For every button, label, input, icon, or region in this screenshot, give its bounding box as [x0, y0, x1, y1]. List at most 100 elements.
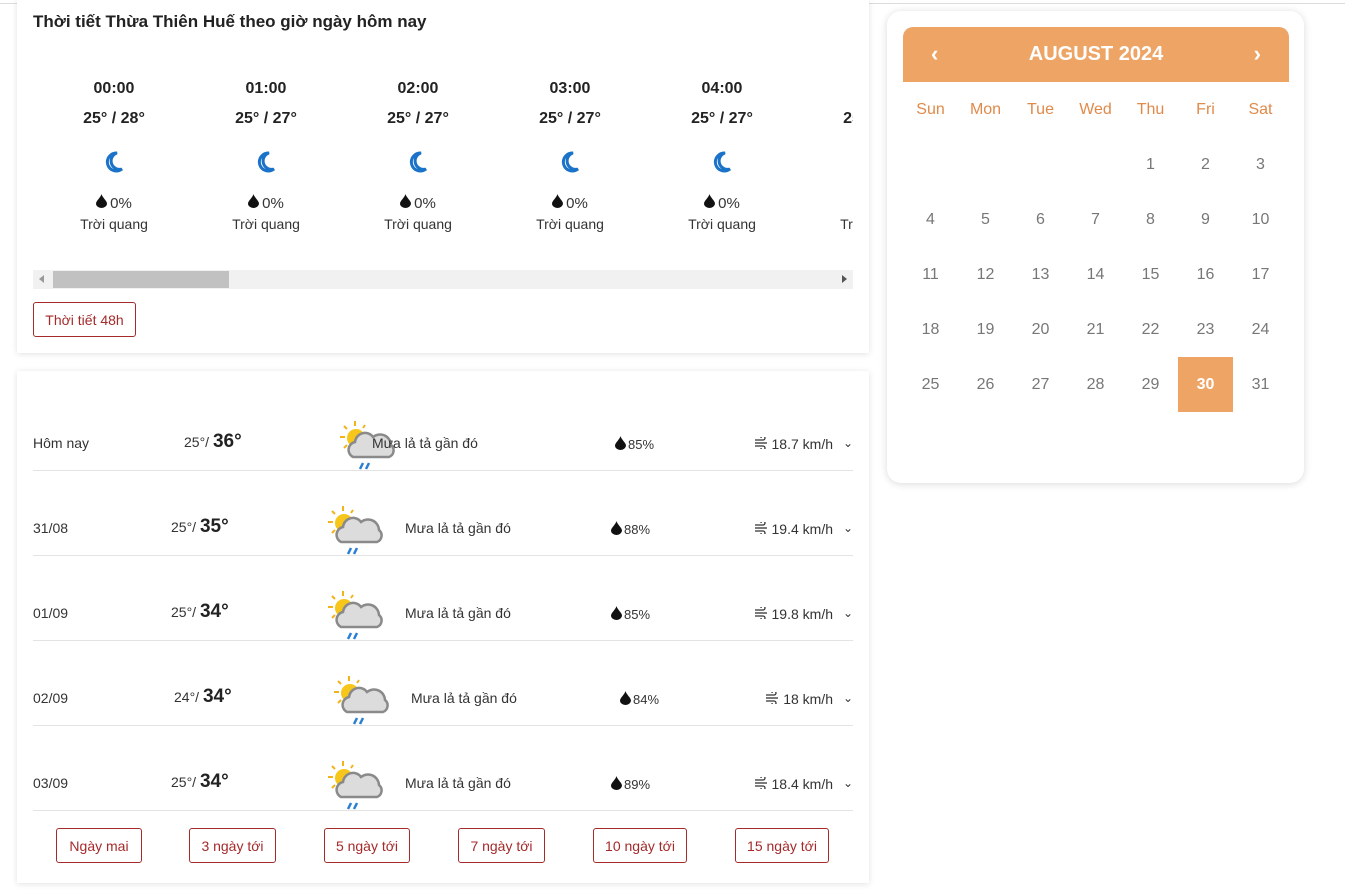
calendar-day[interactable]: 25 — [903, 357, 958, 412]
raindrop-icon — [620, 691, 631, 708]
calendar-day[interactable]: 5 — [958, 192, 1013, 247]
hour-time: 02:00 — [397, 80, 439, 97]
hour-time: 03:00 — [549, 80, 591, 97]
calendar-day[interactable]: 9 — [1178, 192, 1233, 247]
scroll-right-arrow[interactable] — [842, 275, 847, 283]
chevron-down-icon[interactable]: ⌄ — [843, 691, 853, 705]
hour-desc: Trời quang — [688, 216, 756, 232]
temp-high: 36° — [212, 431, 242, 452]
calendar-day[interactable]: 27 — [1013, 357, 1068, 412]
temp-low: 25° — [171, 604, 193, 620]
humidity: 88% — [624, 522, 651, 537]
daily-row[interactable]: 03/09 25°/ 34° Mưa lả tả gần đó 89% 18.4… — [33, 726, 853, 811]
calendar-day[interactable]: 17 — [1233, 247, 1288, 302]
calendar-day[interactable]: 3 — [1233, 137, 1288, 192]
temp-high: 34° — [199, 601, 229, 622]
calendar-day[interactable]: 29 — [1123, 357, 1178, 412]
calendar-day[interactable]: 26 — [958, 357, 1013, 412]
day-date: Hôm nay — [33, 435, 90, 451]
wind-icon — [765, 690, 779, 707]
calendar-day[interactable]: 28 — [1068, 357, 1123, 412]
scrollbar-thumb[interactable] — [53, 271, 229, 288]
calendar-day[interactable]: 10 — [1233, 192, 1288, 247]
day-desc: Mưa lả tả gần đó — [372, 435, 478, 451]
calendar-day[interactable]: 18 — [903, 302, 958, 357]
calendar: ‹ AUGUST 2024 › Sun Mon Tue Wed Thu Fri Sat 1 2 3… — [887, 11, 1304, 483]
hourly-forecast-card: Thời tiết Thừa Thiên Huế theo giờ ngày h… — [17, 0, 869, 353]
forecast-range-button[interactable]: 15 ngày tới — [735, 828, 829, 863]
temp-low: 25° — [171, 519, 193, 535]
prev-month-button[interactable]: ‹ — [931, 41, 938, 67]
calendar-day[interactable]: 15 — [1123, 247, 1178, 302]
hourly-item: 03:00 25° / 27° 0% Trời quang — [505, 70, 635, 232]
calendar-day[interactable]: 22 — [1123, 302, 1178, 357]
hourly-item: 04:00 25° / 27° 0% Trời quang — [657, 70, 787, 232]
calendar-day-selected[interactable]: 30 — [1178, 357, 1233, 412]
hour-desc: Trời quang — [840, 216, 853, 232]
next-month-button[interactable]: › — [1254, 41, 1261, 67]
chevron-down-icon[interactable]: ⌄ — [843, 606, 853, 620]
forecast-range-button[interactable]: 3 ngày tới — [189, 828, 276, 863]
calendar-day[interactable]: 23 — [1178, 302, 1233, 357]
hour-temp: 25° / 27° — [843, 110, 853, 127]
day-temp: 25°/ 36° — [184, 431, 242, 452]
chevron-down-icon[interactable]: ⌄ — [843, 436, 853, 450]
calendar-day[interactable]: 6 — [1013, 192, 1068, 247]
calendar-day[interactable]: 24 — [1233, 302, 1288, 357]
raindrop-icon — [248, 194, 260, 212]
humidity: 85% — [628, 437, 655, 452]
daily-row[interactable]: 31/08 25°/ 35° Mưa lả tả gần đó 88% 19.4… — [33, 471, 853, 556]
calendar-day[interactable]: 4 — [903, 192, 958, 247]
calendar-day[interactable]: 13 — [1013, 247, 1068, 302]
calendar-day[interactable]: 7 — [1068, 192, 1123, 247]
chevron-down-icon[interactable]: ⌄ — [843, 521, 853, 535]
daily-row[interactable]: 02/09 24°/ 34° Mưa lả tả gần đó 84% 18 k… — [33, 641, 853, 726]
day-desc: Mưa lả tả gần đó — [405, 775, 511, 791]
calendar-day[interactable]: 20 — [1013, 302, 1068, 357]
day-desc: Mưa lả tả gần đó — [405, 520, 511, 536]
hour-time: 04:00 — [701, 80, 743, 97]
wind-speed: 19.4 km/h — [771, 521, 833, 537]
hour-temp: 25° / 27° — [387, 110, 449, 127]
rain-chance: 0% — [262, 194, 284, 212]
temp-low: 25° — [171, 774, 193, 790]
weather-48h-button[interactable]: Thời tiết 48h — [33, 302, 136, 337]
chevron-down-icon[interactable]: ⌄ — [843, 776, 853, 790]
calendar-day[interactable]: 31 — [1233, 357, 1288, 412]
hour-desc: Trời quang — [80, 216, 148, 232]
day-temp: 25°/ 34° — [171, 771, 229, 792]
temp-high: 34° — [199, 771, 229, 792]
calendar-day[interactable]: 19 — [958, 302, 1013, 357]
horizontal-scrollbar[interactable] — [33, 270, 853, 289]
hourly-scroll-area[interactable]: 00:00 25° / 28° 0% Trời quang 01:00 25° … — [33, 70, 853, 270]
temp-low: 25° — [184, 434, 206, 450]
weekday-label: Tue — [1027, 100, 1054, 118]
forecast-range-button[interactable]: 5 ngày tới — [324, 828, 410, 863]
calendar-day[interactable]: 12 — [958, 247, 1013, 302]
raindrop-icon — [400, 194, 412, 212]
calendar-day[interactable]: 21 — [1068, 302, 1123, 357]
scroll-left-arrow[interactable] — [39, 275, 44, 283]
temp-high: 35° — [199, 516, 229, 537]
raindrop-icon — [611, 606, 622, 623]
wind-speed: 18.7 km/h — [771, 436, 833, 452]
forecast-range-button[interactable]: 10 ngày tới — [593, 828, 687, 863]
weekday-label: Wed — [1079, 100, 1112, 118]
forecast-range-button[interactable]: 7 ngày tới — [458, 828, 545, 863]
moon-icon — [809, 150, 853, 180]
day-date: 02/09 — [33, 690, 69, 706]
calendar-day[interactable]: 8 — [1123, 192, 1178, 247]
hour-desc: Trời quang — [384, 216, 452, 232]
daily-row[interactable]: Hôm nay 25°/ 36° Mưa lả tả gần đó 85% 18… — [33, 386, 853, 471]
calendar-header: ‹ AUGUST 2024 › — [903, 27, 1289, 82]
daily-row[interactable]: 01/09 25°/ 34° Mưa lả tả gần đó 85% 19.8… — [33, 556, 853, 641]
calendar-day[interactable]: 11 — [903, 247, 958, 302]
day-desc: Mưa lả tả gần đó — [411, 690, 517, 706]
raindrop-icon — [552, 194, 564, 212]
calendar-day[interactable]: 16 — [1178, 247, 1233, 302]
forecast-range-button[interactable]: Ngày mai — [56, 828, 142, 863]
calendar-day[interactable]: 14 — [1068, 247, 1123, 302]
calendar-day[interactable]: 1 — [1123, 137, 1178, 192]
calendar-day[interactable]: 2 — [1178, 137, 1233, 192]
hour-desc: Trời quang — [232, 216, 300, 232]
